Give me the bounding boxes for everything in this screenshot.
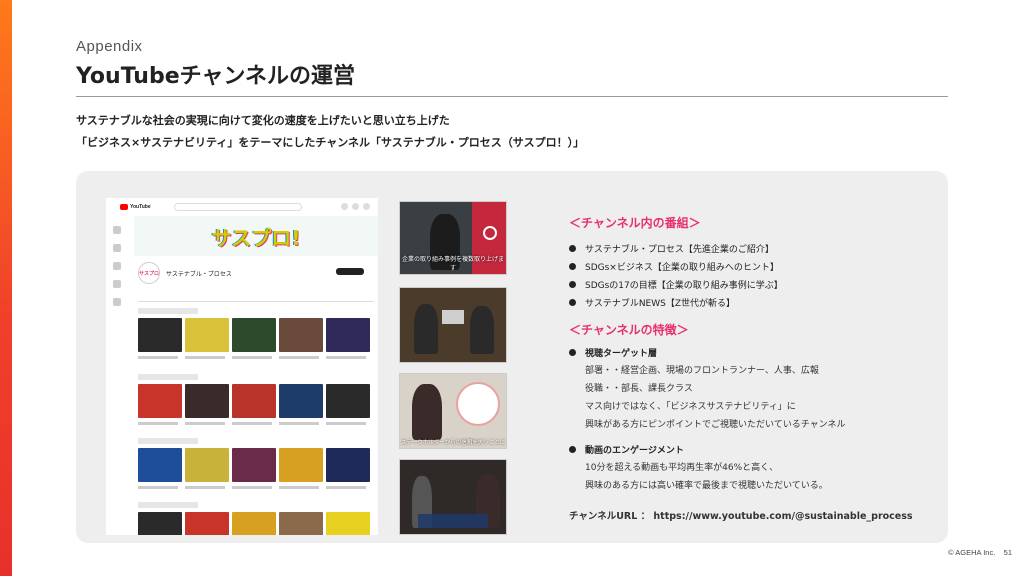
target-label: 視聴ターゲット層 — [569, 346, 657, 359]
video-thumbnail — [326, 448, 370, 489]
gender-equality-icon — [483, 226, 497, 240]
yt-row-label — [138, 308, 198, 314]
engagement-line: 10分を超える動画も平均再生率が46%と高く、 — [585, 463, 779, 473]
video-thumbnail — [326, 318, 370, 359]
programs-heading: ＜チャンネル内の番組＞ — [569, 216, 701, 230]
video-thumbnail — [232, 512, 276, 535]
page-number: 51 — [1003, 548, 1012, 557]
engagement-label: 動画のエンゲージメント — [569, 443, 684, 456]
banner-logo: サスプロ! — [211, 225, 301, 250]
list-item: SDGs×ビジネス【企業の取り組みへのヒント】 — [569, 257, 929, 275]
page-title: YouTubeチャンネルの運営 — [76, 64, 355, 89]
video-thumbnail — [232, 318, 276, 359]
target-line: 部署・・経営企画、現場のフロントランナー、人事、広報 — [585, 366, 819, 376]
accent-strip — [0, 0, 12, 576]
footer: © AGEHA Inc. 51 — [948, 548, 1012, 557]
channel-url[interactable]: チャンネルURL ： https://www.youtube.com/@sust… — [569, 508, 913, 522]
yt-row-label — [138, 374, 198, 380]
yt-header: YouTube — [106, 198, 378, 216]
youtube-play-icon — [120, 204, 128, 210]
video-thumbnail — [279, 318, 323, 359]
video-still-1: 企業の取り組み事例を複数取り上げます — [399, 201, 507, 275]
speaker-figure — [470, 306, 494, 354]
target-line: 役職・・部長、課長クラス — [585, 384, 693, 394]
yt-video-row — [138, 512, 370, 535]
speaker-figure — [414, 304, 438, 354]
video-thumbnail — [279, 384, 323, 425]
intro-line-2: 「ビジネス×サステナビリティ」をテーマにしたチャンネル「サステナブル・プロセス（… — [76, 136, 585, 149]
video-thumbnail — [232, 384, 276, 425]
engagement-description: 10分を超える動画も平均再生率が46%と高く、 興味のある方には高い確率で最後ま… — [585, 460, 828, 496]
video-thumbnail — [185, 318, 229, 359]
yt-channel-name: サステナブル・プロセス — [166, 270, 232, 278]
video-thumbnail — [138, 318, 182, 359]
video-thumbnail — [138, 384, 182, 425]
bullet-icon — [569, 349, 576, 356]
info-banner — [418, 514, 488, 528]
target-line: 興味がある方にピンポイントでご視聴いただいているチャンネル — [585, 420, 846, 430]
copyright: © AGEHA Inc. — [948, 548, 996, 557]
youtube-logo-text: YouTube — [130, 204, 151, 210]
list-item: サステナブルNEWS【Z世代が斬る】 — [569, 293, 929, 311]
video-thumbnail — [326, 384, 370, 425]
speaker-figure — [412, 384, 442, 440]
video-thumbnail — [185, 512, 229, 535]
features-heading: ＜チャンネルの特徴＞ — [569, 323, 689, 337]
yt-channel-info: サスプロ サステナブル・プロセス — [138, 262, 232, 284]
list-item: SDGsの17の目標【企業の取り組み事例に学ぶ】 — [569, 275, 929, 293]
video-thumbnail — [185, 448, 229, 489]
bullet-icon — [569, 280, 576, 288]
video-thumbnail — [138, 512, 182, 535]
video-still-3: ステークホルダーからの信頼を失うことに — [399, 373, 507, 449]
laptop-screen — [442, 310, 464, 324]
bullet-icon — [569, 244, 576, 252]
video-caption: ステークホルダーからの信頼を失うことに — [400, 440, 506, 446]
yt-channel-banner: サスプロ! — [134, 216, 378, 256]
yt-subscribe-button — [336, 268, 364, 275]
yt-sidebar — [106, 216, 128, 535]
video-still-2 — [399, 287, 507, 363]
video-thumbnail — [279, 448, 323, 489]
programs-list: サステナブル・プロセス【先進企業のご紹介】 SDGs×ビジネス【企業の取り組みへ… — [569, 239, 929, 311]
bullet-icon — [569, 298, 576, 306]
yt-video-row — [138, 448, 370, 489]
stakeholder-diagram — [456, 382, 500, 426]
intro-line-1: サステナブルな社会の実現に向けて変化の速度を上げたいと思い立ち上げた — [76, 114, 450, 127]
yt-row-label — [138, 438, 198, 444]
avatar: サスプロ — [138, 262, 160, 284]
video-thumbnail — [326, 512, 370, 535]
yt-tabs — [138, 294, 374, 302]
yt-header-icons — [341, 203, 370, 210]
bullet-icon — [569, 262, 576, 270]
intro-text: サステナブルな社会の実現に向けて変化の速度を上げたいと思い立ち上げた 「ビジネス… — [76, 110, 584, 154]
video-thumbnail — [138, 448, 182, 489]
video-caption: 企業の取り組み事例を複数取り上げます — [401, 256, 504, 272]
yt-video-row — [138, 384, 370, 425]
yt-row-label — [138, 502, 198, 508]
section-label: Appendix — [76, 38, 143, 55]
yt-search-bar — [174, 203, 302, 211]
video-thumbnail — [232, 448, 276, 489]
bullet-icon — [569, 446, 576, 453]
target-description: 部署・・経営企画、現場のフロントランナー、人事、広報 役職・・部長、課長クラス … — [585, 363, 845, 435]
youtube-channel-screenshot: YouTube サスプロ! サスプロ サステナブル・プロセス — [106, 198, 378, 535]
video-still-4 — [399, 459, 507, 535]
title-divider — [76, 96, 948, 97]
youtube-logo: YouTube — [120, 204, 151, 210]
video-thumbnail — [185, 384, 229, 425]
target-line: マス向けではなく、「ビジネスサステナビリティ」に — [585, 402, 796, 412]
list-item: サステナブル・プロセス【先進企業のご紹介】 — [569, 239, 929, 257]
yt-video-row — [138, 318, 370, 359]
video-thumbnail — [279, 512, 323, 535]
engagement-line: 興味のある方には高い確率で最後まで視聴いただいている。 — [585, 481, 828, 491]
